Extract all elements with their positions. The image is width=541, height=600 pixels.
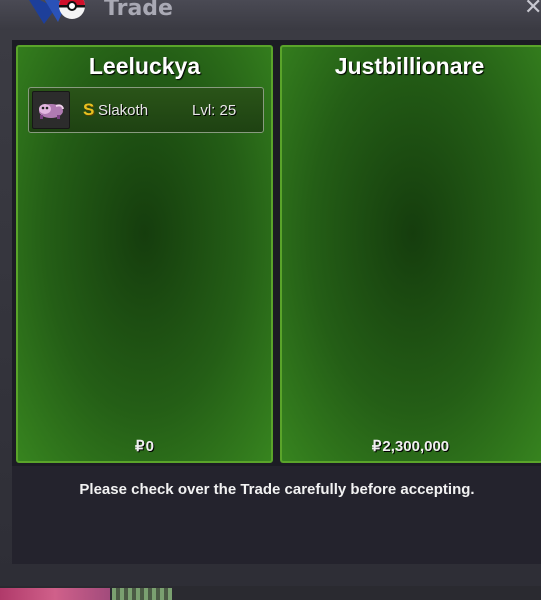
item-level: Lvl: 25 <box>192 102 237 119</box>
background-scenery <box>0 588 110 600</box>
right-offer-panel: Justbillionare ₽2,300,000 <box>280 45 541 463</box>
left-money: ₽0 <box>18 437 271 455</box>
left-player-name: Leeluckya <box>88 53 201 79</box>
right-money: ₽2,300,000 <box>282 437 539 455</box>
right-money-amount: 2,300,000 <box>382 438 450 455</box>
slakoth-sprite-icon <box>32 91 70 129</box>
left-money-amount: 0 <box>145 438 154 455</box>
right-player-name: Justbillionare <box>334 53 485 79</box>
window-title: Trade <box>104 0 173 21</box>
trade-item-row[interactable]: S Slakoth Lvl: 25 <box>28 87 264 133</box>
left-offer-panel: Leeluckya S Slakoth Lvl: 25 ₽0 <box>16 45 273 463</box>
close-icon[interactable]: ✕ <box>524 0 541 20</box>
item-name: Slakoth <box>98 102 149 119</box>
item-status-badge: S <box>83 100 95 119</box>
currency-icon: ₽ <box>135 438 145 455</box>
currency-icon: ₽ <box>371 438 382 455</box>
background-scenery <box>112 588 172 600</box>
pokeball-logo-icon <box>18 0 98 36</box>
title-bar[interactable]: Trade ✕ <box>0 0 541 30</box>
trade-notice-text: Please check over the Trade carefully be… <box>79 481 475 498</box>
